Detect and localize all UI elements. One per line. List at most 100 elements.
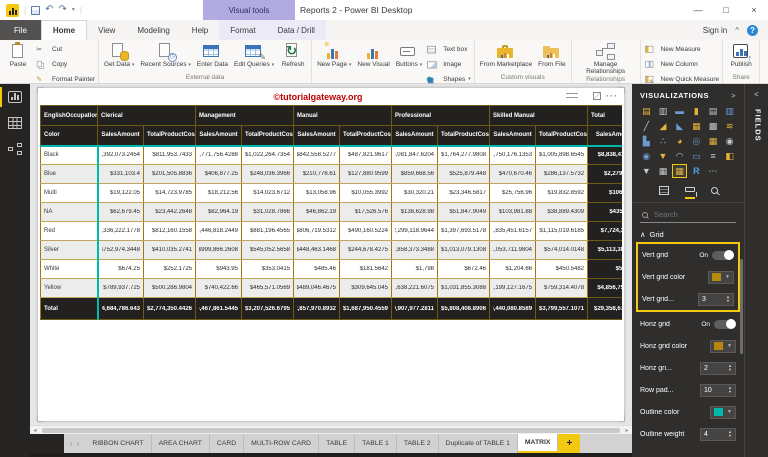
matrix-cell[interactable]: $31,028.7866 [241,202,294,222]
matrix-cell[interactable]: $406,877.25 [195,164,242,184]
matrix-cell[interactable]: $82,964.19 [195,202,242,222]
matrix-cell[interactable]: $487,821.9617 [339,145,393,165]
row-header[interactable]: Red [40,221,98,241]
matrix-cell[interactable]: $1,858,373.3488 [391,240,439,260]
color-picker-dropdown[interactable]: ▼ [710,339,736,353]
matrix-total-cell[interactable]: $6,440,080.8589 [489,297,537,320]
matrix-total-cell[interactable]: $9,907,977.2811 [391,297,439,320]
ribbon-button-refresh[interactable]: ↻ Refresh [278,42,308,74]
matrix-cell[interactable]: $1,638,221.6075 [391,278,439,298]
ribbon-button-new-visual[interactable]: New Visual [355,42,391,86]
page-tab-multi-row-card[interactable]: MULTI-ROW CARD [244,434,320,453]
data-view-icon[interactable] [0,110,30,136]
number-stepper[interactable]: 10 ▲ ▼ [700,383,736,397]
measure-header[interactable]: TotalProductCost [241,125,294,147]
menu-tab-home[interactable]: Home [40,20,88,40]
save-icon[interactable] [31,5,41,15]
close-button[interactable]: × [740,0,768,20]
matrix-cell[interactable]: $545,052.5658 [241,240,294,260]
ribbon-button-from-marketplace[interactable]: From Marketplace [478,42,534,74]
column-group-header[interactable]: Professional [391,105,491,126]
100-stacked-bar-chart-icon[interactable]: ▤ [706,104,721,118]
model-view-icon[interactable] [0,136,30,162]
toggle-switch[interactable] [712,250,734,260]
measure-header[interactable]: SalesAmount [97,125,144,147]
measure-header[interactable]: SalesAmount [293,125,340,147]
matrix-corner-header[interactable]: EnglishOccupation [40,105,98,126]
matrix-cell[interactable]: $806,719.5312 [293,221,340,241]
matrix-total-cell[interactable]: $5,808,408.8906 [437,297,491,320]
panel-scrollbar[interactable] [740,259,743,354]
matrix-cell[interactable]: $201,505.8836 [143,164,196,184]
matrix-cell[interactable]: $842,558.5277 [293,145,340,165]
ribbon-button-publish[interactable]: ↑ Publish [726,42,756,74]
card-icon[interactable]: ▭ [689,149,704,163]
matrix-cell[interactable]: $2,279,096.3 [587,164,622,184]
ribbon-button-cut[interactable]: ✂ Cut [35,42,95,56]
matrix-cell[interactable]: $25,756.96 [489,183,537,203]
matrix-row-field-header[interactable]: Color [40,125,98,147]
number-stepper[interactable]: 4 ▲ ▼ [700,427,736,441]
row-header[interactable]: Black [40,145,98,165]
matrix-cell[interactable]: $812,160.1558 [143,221,196,241]
matrix-cell[interactable]: $1,022,264.7354 [241,145,294,165]
matrix-cell[interactable]: $286,137.5732 [535,164,589,184]
matrix-cell[interactable]: $1,115,019.6185 [535,221,589,241]
prev-page-icon[interactable]: ‹ [70,439,73,448]
matrix-total-cell[interactable]: $4,684,786.643 [96,297,144,320]
new-page-tab-button[interactable]: + [558,434,581,453]
column-group-header[interactable]: Skilled Manual [489,105,589,126]
line-and-stacked-column-chart-icon[interactable]: ▦ [689,119,704,133]
matrix-cell[interactable]: $252.1725 [143,259,196,279]
scroll-right-icon[interactable]: ▸ [622,427,632,434]
matrix-cell[interactable]: $2,299,118.9644 [391,221,439,241]
r-script-visual-icon[interactable]: R [689,164,704,178]
matrix-cell[interactable]: $38,889.4309 [535,202,589,222]
menu-tab-format[interactable]: Format [219,20,267,40]
matrix-cell[interactable]: $1,336,222.1778 [96,221,144,241]
collapse-visualizations-icon[interactable]: > [731,91,736,100]
matrix-cell[interactable]: $465,571.0569 [241,278,294,298]
scrollbar-thumb[interactable] [42,427,620,433]
report-page[interactable]: ©tutorialgateway.org ··· EnglishOccupati… [37,87,625,422]
ribbon-button-paste[interactable]: Paste [3,42,33,86]
matrix-cell[interactable]: $23,346.5817 [437,183,491,203]
matrix-cell[interactable]: $5,106.3 [587,259,622,279]
matrix-cell[interactable]: $759,314.4078 [535,278,589,298]
matrix-cell[interactable]: $789,937.725 [96,278,144,298]
page-tab-area-chart[interactable]: AREA CHART [152,434,210,453]
matrix-cell[interactable]: $30,320.21 [391,183,439,203]
focus-mode-icon[interactable] [593,92,601,100]
undo-icon[interactable]: ↶ [45,5,53,15]
matrix-total-cell[interactable]: $29,358,677.226 [587,297,622,320]
matrix-cell[interactable]: $672.46 [437,259,491,279]
page-tab-card[interactable]: CARD [210,434,245,453]
ribbon-button-image[interactable]: Image [426,57,471,71]
waterfall-chart-icon[interactable]: ▙ [639,134,654,148]
scroll-left-icon[interactable]: ◂ [30,427,40,434]
matrix-cell[interactable]: $1,750,176.1353 [489,145,537,165]
area-chart-icon[interactable]: ◢ [656,119,671,133]
expand-fields-icon[interactable]: < [745,84,768,99]
next-page-icon[interactable]: › [77,439,80,448]
menu-tab-view[interactable]: View [87,20,126,40]
fields-panel-collapsed[interactable]: < FIELDS [744,84,768,457]
table-icon[interactable]: ▦ [656,164,671,178]
matrix-cell[interactable]: $410,035.2741 [143,240,196,260]
measure-header-total[interactable]: SalesAmount [587,125,622,147]
matrix-cell[interactable]: $485.46 [293,259,340,279]
stepper-arrows-icon[interactable]: ▲ ▼ [728,386,732,394]
canvas-horizontal-scrollbar[interactable]: ◂ ▸ [30,425,632,434]
matrix-cell[interactable]: $51,847.9049 [437,202,491,222]
fields-pane-tab[interactable] [658,186,669,199]
matrix-cell[interactable]: $181.5642 [339,259,393,279]
page-tab-table-2[interactable]: TABLE 2 [397,434,439,453]
measure-header[interactable]: TotalProductCost [338,125,393,147]
more-options-icon[interactable]: ··· [606,91,618,101]
more-visuals-icon[interactable]: ⋯ [706,164,721,178]
multi-row-card-icon[interactable]: ≡ [706,149,721,163]
page-tab-matrix[interactable]: MATRIX [517,434,559,453]
matrix-cell[interactable]: $14,723.9785 [143,183,196,203]
ribbon-button-text-box[interactable]: Text box [426,42,471,56]
row-header[interactable]: Silver [40,240,98,260]
